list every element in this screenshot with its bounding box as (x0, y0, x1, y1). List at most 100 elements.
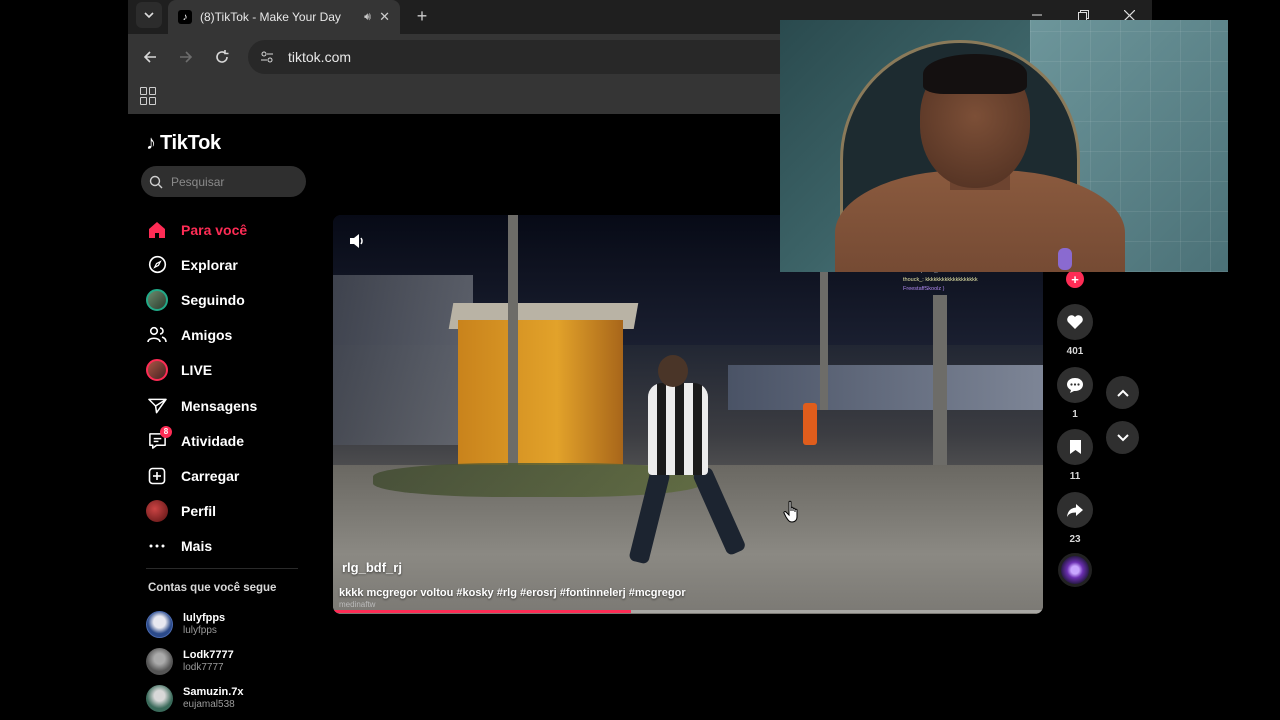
url-text: tiktok.com (288, 49, 352, 65)
nav-item-seguindo[interactable]: Seguindo (146, 282, 306, 317)
nav-item-para-voce[interactable]: Para você (146, 212, 306, 247)
share-button[interactable] (1057, 492, 1093, 528)
webcam-mouse (1058, 248, 1072, 270)
tiktok-note-icon: ♪ (146, 132, 156, 154)
save-button[interactable] (1057, 429, 1093, 465)
site-settings-icon[interactable] (258, 48, 276, 66)
video-frame-pole (820, 270, 828, 410)
next-video-button[interactable] (1106, 421, 1139, 454)
close-icon (1123, 9, 1135, 21)
nav-item-atividade[interactable]: 8 Atividade (146, 423, 306, 458)
compass-icon (146, 254, 168, 276)
comment-button[interactable] (1057, 367, 1093, 403)
comment-action: 1 (1057, 367, 1093, 420)
nav-item-perfil[interactable]: Perfil (146, 494, 306, 529)
chevron-down-icon (144, 12, 154, 19)
share-action: 23 (1057, 492, 1093, 545)
browser-tab[interactable]: ♪ (8)TikTok - Make Your Day 🔊︎ ✕ (168, 0, 400, 34)
nav-item-mais[interactable]: Mais (146, 529, 306, 564)
search-icon (149, 175, 163, 188)
comment-count: 1 (1072, 409, 1078, 420)
following-account[interactable]: Samuzin.7x eujamal538 (146, 680, 244, 717)
live-avatar-icon (146, 359, 168, 382)
video-progress-fill (333, 610, 632, 613)
nav-item-explorar[interactable]: Explorar (146, 247, 306, 282)
account-handle: lodk7777 (183, 662, 224, 673)
account-avatar (146, 685, 173, 712)
nav-item-mensagens[interactable]: Mensagens (146, 388, 306, 423)
arrow-left-icon (143, 51, 156, 63)
nav-label: Mais (181, 538, 213, 555)
following-account[interactable]: lulyfpps lulyfpps (146, 606, 244, 643)
activity-badge: 8 (160, 425, 172, 438)
nav-item-live[interactable]: LIVE (146, 353, 306, 388)
video-author[interactable]: rlg_bdf_rj (342, 560, 402, 575)
previous-video-button[interactable] (1106, 376, 1139, 409)
speaker-icon[interactable]: 🔊︎ (364, 11, 371, 24)
restore-icon (1077, 9, 1089, 21)
friends-icon (146, 324, 168, 346)
profile-avatar-icon (146, 500, 168, 523)
tiktok-sidebar: ♪ TikTok Para você Explorar Segui (128, 114, 318, 720)
account-name: Samuzin.7x (183, 686, 244, 698)
tab-search-button[interactable] (136, 2, 162, 28)
search-input[interactable] (171, 174, 291, 189)
nav-label: Para você (181, 221, 248, 238)
reload-icon (216, 50, 229, 63)
search-box[interactable] (141, 166, 306, 197)
screen: ♪ (8)TikTok - Make Your Day 🔊︎ ✕ + tikto… (0, 0, 1280, 720)
account-handle: lulyfpps (183, 625, 217, 636)
new-tab-button[interactable]: + (410, 4, 434, 28)
account-name: Lodk7777 (183, 649, 234, 661)
video-player[interactable]: Gabrielprt3: @eduzin.bra nada mano kkkk … (333, 215, 1043, 614)
apps-grid-icon[interactable] (140, 87, 158, 105)
like-action: 401 (1057, 304, 1093, 357)
home-icon (146, 219, 168, 241)
following-avatar-icon (146, 288, 168, 311)
arrow-right-icon (180, 51, 193, 63)
send-icon (146, 395, 168, 417)
chevron-down-icon (1116, 433, 1129, 441)
following-account[interactable]: Lodk7777 lodk7777 (146, 643, 244, 680)
back-button[interactable] (138, 45, 162, 69)
volume-button[interactable] (345, 229, 369, 253)
upload-icon (146, 465, 168, 487)
nav-label: Atividade (181, 432, 245, 449)
video-frame-pole (933, 295, 947, 475)
logo-text: TikTok (160, 132, 221, 154)
heart-icon (1067, 315, 1083, 329)
video-watermark: medinaftw (339, 600, 376, 609)
reload-button[interactable] (210, 45, 234, 69)
music-disc-icon[interactable] (1058, 553, 1092, 587)
forward-button[interactable] (174, 45, 198, 69)
account-name: lulyfpps (183, 612, 226, 624)
following-section-title: Contas que você segue (148, 582, 277, 594)
tiktok-logo[interactable]: ♪ TikTok (146, 132, 221, 155)
account-avatar (146, 648, 173, 675)
video-navigation (1106, 376, 1139, 466)
tiktok-favicon-icon: ♪ (178, 10, 192, 24)
webcam-overlay (780, 20, 1228, 272)
video-frame-person (658, 355, 688, 387)
chat-line: thouck_: kkkkkkkkkkkkkkkkkkk (903, 277, 978, 283)
like-count: 401 (1066, 346, 1084, 357)
video-frame-wall (728, 365, 1043, 410)
speaker-icon (350, 234, 363, 248)
activity-icon: 8 (146, 425, 172, 452)
like-button[interactable] (1057, 304, 1093, 340)
nav-item-carregar[interactable]: Carregar (146, 458, 306, 493)
save-action: 11 (1057, 429, 1093, 482)
chat-line: FreestaffSkoolz ) (903, 286, 945, 292)
nav-item-amigos[interactable]: Amigos (146, 318, 306, 353)
minimize-icon (1032, 14, 1042, 16)
close-tab-icon[interactable]: ✕ (379, 9, 390, 25)
comment-icon (1067, 377, 1083, 393)
tab-title: (8)TikTok - Make Your Day (200, 10, 341, 24)
nav-label: Amigos (181, 327, 233, 344)
video-caption: kkkk mcgregor voltou #kosky #rlg #erosrj… (339, 587, 686, 599)
hand-cursor-icon (783, 500, 798, 523)
nav-label: Perfil (181, 503, 217, 520)
video-progress-bar[interactable] (333, 610, 1043, 613)
follow-plus-button[interactable]: + (1066, 270, 1084, 288)
nav-label: Seguindo (181, 291, 245, 308)
